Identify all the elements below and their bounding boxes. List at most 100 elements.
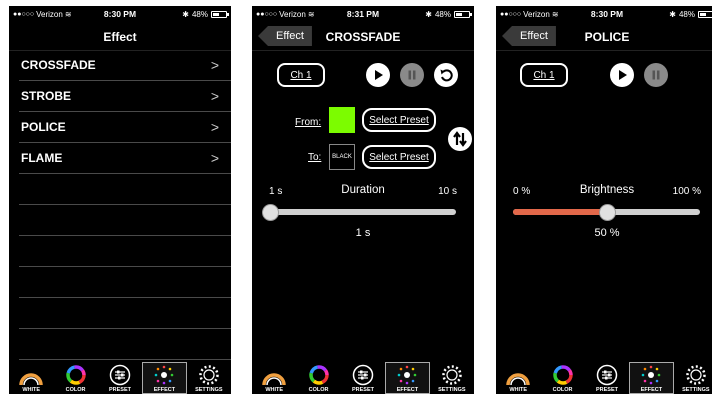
list-item-flame[interactable]: FLAME >	[19, 143, 231, 174]
page-title: POLICE	[584, 29, 630, 44]
brightness-slider-thumb[interactable]	[598, 204, 616, 221]
tab-label: COLOR	[65, 387, 86, 393]
reset-button[interactable]	[434, 63, 458, 87]
chevron-right-icon: >	[210, 88, 219, 104]
tab-label: PRESET	[109, 387, 132, 393]
pause-button[interactable]	[400, 63, 424, 87]
tab-label: SETTINGS	[438, 387, 466, 393]
effect-list: CROSSFADE > STROBE > POLICE > FLAME >	[19, 50, 231, 360]
tab-label: COLOR	[308, 387, 329, 393]
tab-label: WHITE	[509, 387, 528, 393]
chevron-right-icon: >	[210, 57, 219, 73]
tab-label: COLOR	[552, 387, 573, 393]
tab-white[interactable]: WHITE	[252, 362, 296, 394]
carrier-label: Verizon	[36, 9, 63, 19]
phone-screen-crossfade: ●●○○○ Verizon ≋ 8:31 PM ✱ 48% Effect CROSSF…	[252, 6, 474, 394]
tab-color[interactable]: COLOR	[296, 362, 340, 394]
tab-label: EFFECT	[153, 387, 176, 393]
pause-button[interactable]	[644, 63, 668, 87]
carrier-label: Verizon	[523, 9, 550, 19]
brightness-slider-fill	[513, 209, 607, 215]
channel-button[interactable]: Ch 1	[520, 63, 568, 87]
tab-settings[interactable]: SETTINGS	[430, 362, 474, 394]
gear-icon	[442, 365, 462, 385]
swap-arrows-icon	[453, 131, 467, 147]
tab-preset[interactable]: PRESET	[341, 362, 385, 394]
wifi-icon: ≋	[307, 9, 315, 19]
preset-sliders-icon	[352, 364, 374, 386]
to-select-preset-button[interactable]: Select Preset	[362, 145, 436, 169]
tab-color[interactable]: COLOR	[540, 362, 584, 394]
page-title: Effect	[103, 29, 137, 44]
brightness-value: 50 %	[594, 227, 620, 239]
chevron-right-icon: >	[210, 119, 219, 135]
tab-settings[interactable]: SETTINGS	[674, 362, 712, 394]
carrier-label: Verizon	[279, 9, 306, 19]
status-bar: ●●○○○ Verizon ≋ 8:31 PM ✱ 48%	[252, 6, 474, 22]
tab-label: EFFECT	[640, 387, 663, 393]
white-arc-icon	[19, 373, 43, 386]
gear-icon	[686, 365, 706, 385]
white-arc-icon	[262, 373, 286, 386]
tab-preset[interactable]: PRESET	[585, 362, 629, 394]
back-button[interactable]: Effect	[258, 26, 312, 46]
tab-white[interactable]: WHITE	[9, 362, 53, 394]
tab-settings[interactable]: SETTINGS	[187, 362, 231, 394]
status-bar: ●●○○○ Verizon ≋ 8:30 PM ✱ 48%	[9, 6, 231, 22]
to-label: To:	[308, 152, 322, 163]
play-button[interactable]	[610, 63, 634, 87]
tab-effect[interactable]: EFFECT	[142, 362, 187, 394]
tab-label: EFFECT	[396, 387, 419, 393]
color-wheel-icon	[65, 365, 86, 385]
duration-slider-track[interactable]	[270, 209, 456, 215]
pause-icon	[408, 70, 416, 80]
empty-row	[19, 205, 231, 236]
clock: 8:30 PM	[590, 9, 624, 19]
swap-button[interactable]	[448, 127, 472, 151]
page-title: CROSSFADE	[325, 29, 401, 44]
list-item-police[interactable]: POLICE >	[19, 112, 231, 143]
list-item-crossfade[interactable]: CROSSFADE >	[19, 50, 231, 81]
tab-bar: WHITE COLOR PRESET EFFECT SETTINGS	[9, 362, 231, 394]
preset-sliders-icon	[109, 364, 131, 386]
duration-max-label: 10 s	[438, 186, 457, 197]
from-select-preset-button[interactable]: Select Preset	[362, 108, 436, 132]
duration-slider-thumb[interactable]	[262, 204, 279, 221]
to-color-swatch[interactable]: BLACK	[329, 144, 355, 170]
tab-white[interactable]: WHITE	[496, 362, 540, 394]
wifi-icon: ≋	[64, 9, 72, 19]
channel-button[interactable]: Ch 1	[277, 63, 325, 87]
empty-row	[19, 329, 231, 360]
play-icon	[375, 70, 383, 80]
play-icon	[619, 70, 627, 80]
list-item-label: POLICE	[21, 120, 66, 134]
tab-effect[interactable]: EFFECT	[385, 362, 430, 394]
brightness-max-label: 100 %	[672, 186, 701, 197]
color-wheel-icon	[552, 365, 573, 385]
gear-icon	[199, 365, 219, 385]
play-button[interactable]	[366, 63, 390, 87]
empty-row	[19, 236, 231, 267]
signal-icon: ●●○○○	[500, 10, 522, 18]
color-wheel-icon	[308, 365, 329, 385]
list-item-label: CROSSFADE	[21, 58, 96, 72]
from-color-swatch[interactable]	[329, 107, 355, 133]
nav-bar: Effect POLICE	[496, 23, 712, 51]
duration-value: 1 s	[355, 227, 371, 239]
tab-effect[interactable]: EFFECT	[629, 362, 674, 394]
clock: 8:31 PM	[346, 9, 380, 19]
signal-icon: ●●○○○	[256, 10, 278, 18]
battery-percent: 48%	[678, 9, 695, 19]
effect-burst-icon	[155, 365, 174, 385]
back-button[interactable]: Effect	[502, 26, 556, 46]
white-arc-icon	[506, 373, 530, 386]
tab-label: WHITE	[265, 387, 284, 393]
wifi-icon: ≋	[551, 9, 559, 19]
phone-screen-effect-list: ●●○○○ Verizon ≋ 8:30 PM ✱ 48% Effect CROSSF…	[9, 6, 231, 394]
list-item-strobe[interactable]: STROBE >	[19, 81, 231, 112]
tab-color[interactable]: COLOR	[53, 362, 97, 394]
tab-bar: WHITE COLOR PRESET EFFECT SETTINGS	[252, 362, 474, 394]
tab-label: WHITE	[22, 387, 41, 393]
tab-preset[interactable]: PRESET	[98, 362, 142, 394]
tab-label: SETTINGS	[682, 387, 710, 393]
